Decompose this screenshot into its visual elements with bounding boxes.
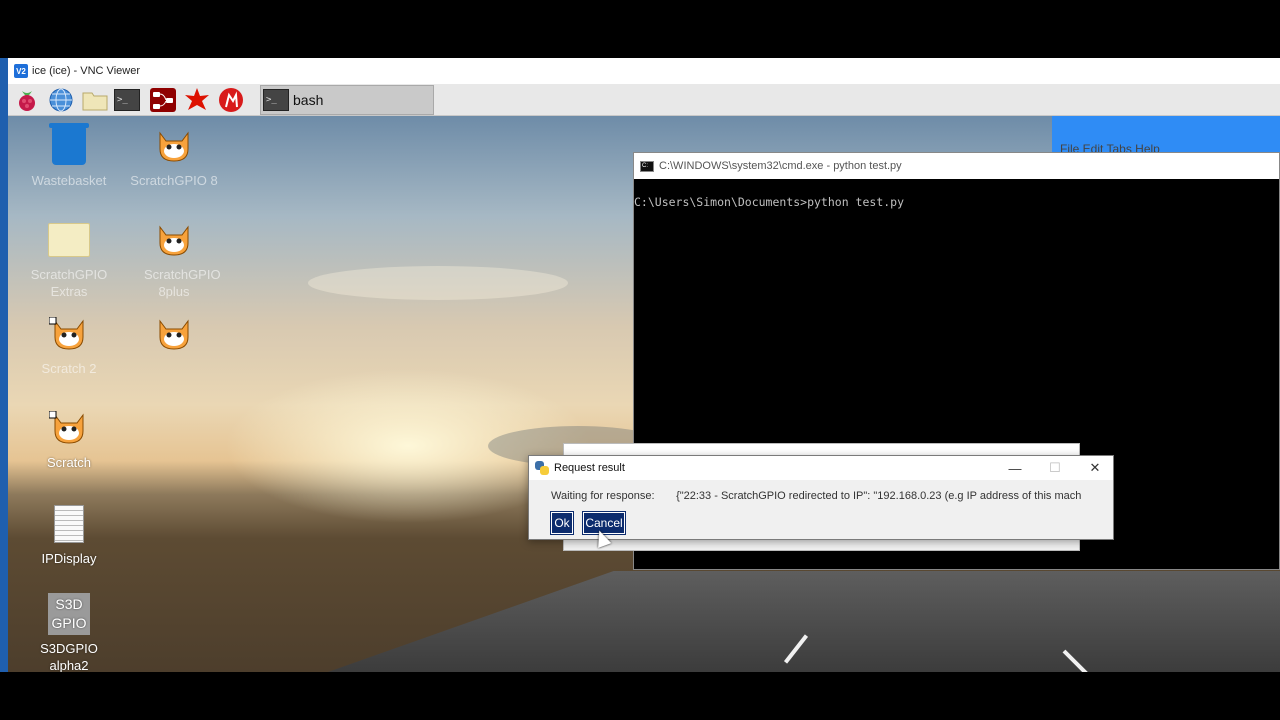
desktop-icon-scratchgpio8[interactable]: ScratchGPIO 8	[124, 124, 224, 189]
desktop-icon-label: ScratchGPIO Extras	[30, 267, 108, 299]
pi-taskbar: >_ >_ bash	[8, 84, 1280, 116]
s3dgpio-icon: S3D GPIO	[48, 593, 90, 635]
bash-label: bash	[293, 91, 324, 108]
terminal-icon: >_	[263, 88, 289, 111]
desktop-icon-label: ScratchGPIO 8	[130, 173, 218, 188]
globe-icon[interactable]	[46, 86, 76, 114]
terminal-glyph: >_	[114, 88, 140, 111]
request-result-dialog: Request result — ☐ ✕ Waiting for respons…	[528, 455, 1114, 540]
cmd-output[interactable]: C:\Users\Simon\Documents>python test.py	[634, 179, 1279, 209]
desktop-icon-label: Scratch	[46, 455, 92, 470]
s3d-line2: GPIO	[51, 615, 87, 631]
cmd-titlebar[interactable]: C: C:\WINDOWS\system32\cmd.exe - python …	[634, 153, 1279, 179]
cmd-line: C:\Users\Simon\Documents>python test.py	[634, 195, 905, 209]
maximize-button[interactable]: ☐	[1035, 456, 1075, 480]
vnc-title: ice (ice) - VNC Viewer	[32, 65, 140, 77]
folder-icon[interactable]	[80, 86, 110, 114]
scratch-cat-icon	[49, 317, 84, 350]
cmd-title: C:\WINDOWS\system32\cmd.exe - python tes…	[659, 160, 902, 172]
desktop-icon-scratchgpio8plus[interactable]: ScratchGPIO 8plus	[124, 218, 224, 300]
wolfram-icon[interactable]	[182, 86, 212, 114]
response-message: {"22:33 - ScratchGPIO redirected to IP":…	[676, 490, 1082, 502]
dialog-message-row: Waiting for response: {"22:33 - ScratchG…	[551, 490, 1113, 502]
host-desktop-edge	[0, 58, 8, 672]
trash-icon	[49, 123, 89, 165]
desktop-icon-s3dgpio[interactable]: S3D GPIO S3DGPIO alpha2	[19, 592, 119, 672]
dialog-titlebar[interactable]: Request result — ☐ ✕	[529, 456, 1113, 480]
document-icon	[54, 505, 84, 543]
scratch-cat-icon	[49, 411, 84, 444]
desktop-icon-scratch-unlabeled[interactable]	[124, 312, 224, 360]
taskbar-bash-button[interactable]: >_ bash	[260, 84, 434, 115]
python-icon	[535, 461, 549, 475]
desktop-icon-label: ScratchGPIO 8plus	[144, 267, 221, 299]
scratch-cat-icon	[159, 319, 189, 350]
desktop-icon-scratch2[interactable]: Scratch 2	[19, 312, 119, 377]
folder-icon	[48, 223, 90, 257]
desktop-icon-label: S3DGPIO alpha2	[40, 641, 98, 672]
s3d-line1: S3D	[55, 596, 83, 612]
minimize-button[interactable]: —	[995, 456, 1035, 480]
desktop-icon-scratch[interactable]: Scratch	[19, 406, 119, 471]
desktop-icon-scratchgpio-extras[interactable]: ScratchGPIO Extras	[19, 218, 119, 300]
scratch-cat-icon	[159, 225, 189, 256]
road	[328, 571, 1280, 672]
raspberry-icon[interactable]	[12, 86, 42, 114]
desktop-icon-label: Wastebasket	[31, 173, 107, 188]
desktop-icon-label: Scratch 2	[41, 361, 97, 376]
screen: V2 ice (ice) - VNC Viewer >_ >_ bash Was…	[0, 0, 1280, 720]
cmd-icon: C:	[640, 160, 654, 172]
waiting-label: Waiting for response:	[551, 490, 655, 502]
scratch-cat-icon	[159, 131, 189, 162]
dialog-buttons: Ok Cancel	[550, 511, 626, 535]
desktop-icon-ipdisplay[interactable]: IPDisplay	[19, 502, 119, 567]
cloud-shape	[308, 266, 568, 300]
desktop-icon-label: IPDisplay	[41, 551, 97, 566]
nodered-icon[interactable]	[148, 86, 178, 114]
ok-button[interactable]: Ok	[550, 511, 574, 535]
vnc-titlebar[interactable]: V2 ice (ice) - VNC Viewer	[8, 58, 1280, 88]
terminal-icon[interactable]: >_	[114, 86, 144, 114]
dialog-title: Request result	[554, 462, 625, 474]
close-button[interactable]: ✕	[1075, 456, 1115, 480]
desktop-icon-wastebasket[interactable]: Wastebasket	[19, 123, 119, 189]
mathematica-icon[interactable]	[216, 86, 246, 114]
dialog-body: Waiting for response: {"22:33 - ScratchG…	[529, 480, 1113, 502]
vnc-logo-icon: V2	[14, 64, 28, 78]
